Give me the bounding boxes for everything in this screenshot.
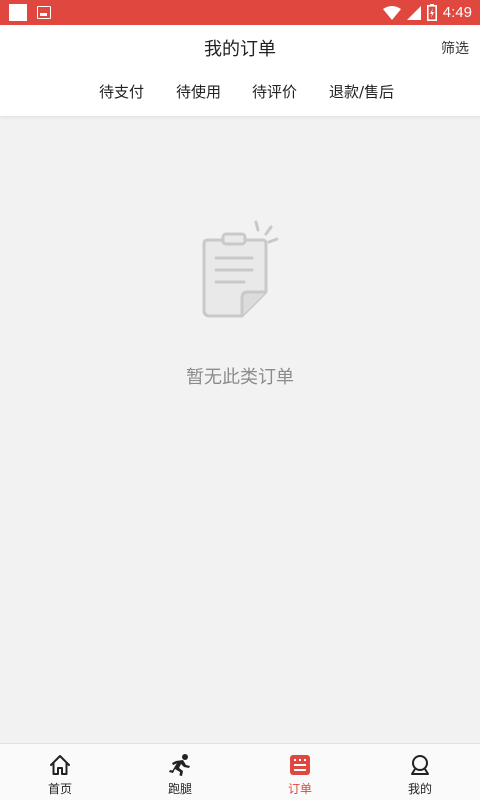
tab-pending-review[interactable]: 待评价 xyxy=(252,81,297,102)
empty-clipboard-icon xyxy=(196,218,284,326)
tab-pending-payment[interactable]: 待支付 xyxy=(99,81,144,102)
signal-icon xyxy=(406,5,421,20)
nav-errand[interactable]: 跑腿 xyxy=(120,744,240,800)
page-title: 我的订单 xyxy=(204,39,276,60)
notification-square-icon xyxy=(9,4,27,21)
tab-pending-use[interactable]: 待使用 xyxy=(176,81,221,102)
nav-orders[interactable]: 订单 xyxy=(240,744,360,800)
nav-mine[interactable]: 我的 xyxy=(360,744,480,800)
nav-errand-label: 跑腿 xyxy=(167,782,192,796)
home-icon xyxy=(49,753,71,777)
empty-message: 暂无此类订单 xyxy=(186,367,294,388)
order-tabs: 待支付 待使用 待评价 退款/售后 xyxy=(0,70,480,116)
nav-home-label: 首页 xyxy=(47,782,72,796)
tab-refund-aftersale[interactable]: 退款/售后 xyxy=(329,81,394,102)
profile-icon xyxy=(409,753,431,777)
wifi-icon xyxy=(382,5,401,20)
nav-orders-label: 订单 xyxy=(287,782,312,796)
battery-charging-icon xyxy=(426,4,437,21)
image-icon xyxy=(37,6,51,19)
order-list-icon xyxy=(289,753,311,777)
order-screen: 4:49 我的订单 筛选 待支付 待使用 待评价 退款/售后 暂无此类订单 首页… xyxy=(0,0,480,800)
runner-icon xyxy=(168,753,192,777)
bottom-nav: 首页 跑腿 订单 我的 xyxy=(0,743,480,800)
app-header: 我的订单 筛选 xyxy=(0,25,480,70)
nav-home[interactable]: 首页 xyxy=(0,744,120,800)
status-time: 4:49 xyxy=(442,4,472,21)
filter-button[interactable]: 筛选 xyxy=(441,38,469,58)
nav-mine-label: 我的 xyxy=(407,782,432,796)
status-bar: 4:49 xyxy=(0,0,480,25)
